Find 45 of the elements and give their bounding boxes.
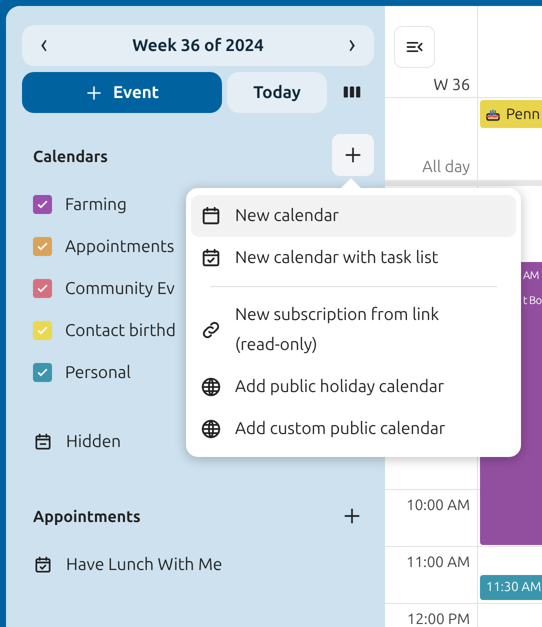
add-calendar-button[interactable] [332, 134, 374, 176]
time-label: 10:00 AM [406, 495, 470, 515]
new-event-button[interactable]: Event [22, 72, 222, 113]
event-text: AM [523, 269, 540, 284]
today-button[interactable]: Today [227, 72, 327, 113]
globe-icon [200, 376, 222, 398]
calendar-checkbox[interactable] [33, 195, 52, 214]
calendar-name[interactable]: Farming [65, 192, 127, 218]
calendar-name[interactable]: Contact birthd [65, 318, 176, 344]
calendar-check-icon [33, 554, 53, 575]
menu-item[interactable]: New calendar [191, 195, 516, 237]
menu-item[interactable]: Add public holiday calendar [191, 366, 516, 408]
time-label: 11:00 AM [406, 552, 470, 572]
plus-icon [343, 145, 363, 165]
calendar-minus-icon [33, 432, 53, 452]
week-title: Week 36 of 2024 [132, 34, 264, 57]
section-heading: Appointments [33, 507, 141, 528]
plus-icon [84, 84, 103, 102]
calendar-icon [200, 205, 222, 227]
calendar-name[interactable]: Appointments [65, 234, 174, 260]
menu-item[interactable]: New subscription from link (read-only) [191, 294, 516, 366]
calendar-checkbox[interactable] [33, 321, 52, 340]
appointment-name[interactable]: Have Lunch With Me [66, 552, 222, 578]
birthday-event[interactable]: Penn [480, 100, 542, 128]
menu-item[interactable]: New calendar with task list [191, 237, 516, 279]
time-label: 12:00 PM [407, 609, 470, 627]
calendar-name[interactable]: Community Ev [65, 276, 175, 302]
event-text: t Bo [523, 294, 542, 309]
week-number: W 36 [434, 75, 470, 96]
menu-item[interactable]: Add custom public calendar [191, 408, 516, 450]
calendar-checkbox[interactable] [33, 237, 52, 256]
next-week-button[interactable]: › [338, 31, 366, 60]
section-heading: Calendars [33, 147, 108, 168]
event-title: Penn [506, 104, 540, 124]
previous-week-button[interactable]: ‹ [30, 31, 58, 60]
calendar-checkbox[interactable] [33, 279, 52, 298]
all-day-label: All day [422, 157, 470, 178]
calendar-check-icon [200, 247, 222, 269]
hidden-calendars-toggle[interactable]: Hidden [66, 429, 121, 454]
toggle-sidebar-button[interactable] [394, 26, 435, 68]
calendar-name[interactable]: Personal [65, 360, 131, 386]
plus-icon [342, 506, 362, 526]
calendar-checkbox[interactable] [33, 363, 52, 382]
globe-icon [200, 418, 222, 440]
link-icon [200, 319, 222, 341]
